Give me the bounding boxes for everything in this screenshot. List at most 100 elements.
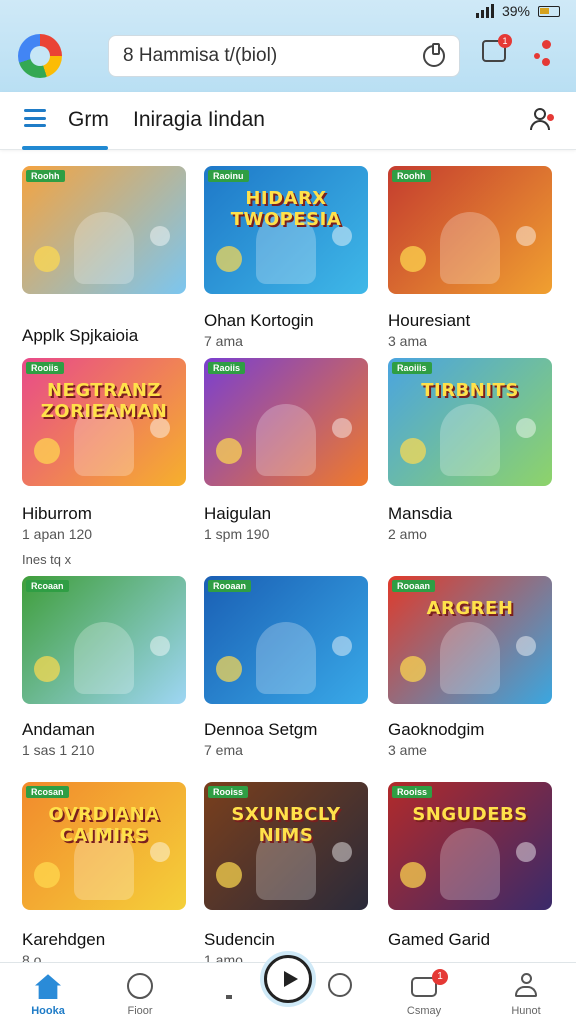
- art-sparkle: [332, 418, 352, 438]
- bottom-nav: Hooka Fioor 1 Csmay Hunot: [0, 955, 576, 1024]
- game-art-title: HIDARX TWOPESIA: [230, 188, 342, 230]
- game-thumbnail[interactable]: Rcosan OVRDIANA CAIMIRS: [22, 782, 186, 910]
- art-character: [256, 622, 316, 694]
- game-meta: 3 ame: [388, 742, 427, 758]
- game-thumbnail[interactable]: Rooiis NEGTRANZ ZORIEAMAN: [22, 358, 186, 486]
- game-tag: Rooaan: [208, 580, 252, 592]
- game-thumbnail[interactable]: Rooiss SXUNBCLY NIMS: [204, 782, 368, 910]
- game-thumbnail[interactable]: Rcoaan: [22, 576, 186, 704]
- search-icon: [127, 973, 153, 999]
- nav-home[interactable]: Hooka: [8, 963, 88, 1024]
- game-card[interactable]: Rooaan Dennoa Setgm 7 ema: [204, 576, 368, 766]
- art-sparkle: [400, 656, 426, 682]
- art-sparkle: [216, 862, 242, 888]
- nav-label: Csmay: [406, 1005, 442, 1017]
- art-sparkle: [34, 862, 60, 888]
- art-character: [74, 622, 134, 694]
- game-title[interactable]: Dennoa Setgm: [204, 720, 317, 740]
- game-tag: Rooaan: [392, 580, 436, 592]
- game-card[interactable]: Rooaan ARGREH Gaoknodgim 3 ame: [388, 576, 552, 766]
- game-card[interactable]: Rooiss SNGUDEBS Gamed Garid: [388, 782, 552, 972]
- art-sparkle: [150, 226, 170, 246]
- game-tag: Rcoaan: [26, 580, 69, 592]
- tab-bar: Grm Iniragia Iindan: [0, 92, 576, 150]
- game-card[interactable]: Roohh Houresiant 3 ama: [388, 166, 552, 356]
- battery-text: 39%: [501, 3, 530, 19]
- game-title[interactable]: Andaman: [22, 720, 95, 740]
- art-sparkle: [34, 246, 60, 272]
- game-thumbnail[interactable]: Rooiss SNGUDEBS: [388, 782, 552, 910]
- game-card[interactable]: Raoinu HIDARX TWOPESIA Ohan Kortogin 7 ama: [204, 166, 368, 356]
- nav-clock[interactable]: [300, 963, 380, 1024]
- game-meta: 1 spm 190: [204, 526, 270, 542]
- inbox-badge: 1: [432, 969, 448, 985]
- game-title[interactable]: Applk Spjkaioia: [22, 326, 138, 346]
- game-title[interactable]: Gaoknodgim: [388, 720, 484, 740]
- nav-search[interactable]: Fioor: [100, 963, 180, 1024]
- game-thumbnail[interactable]: Roohh: [22, 166, 186, 294]
- art-character: [440, 404, 500, 476]
- tab-indicator: [22, 146, 108, 150]
- art-character: [74, 212, 134, 284]
- more-options-icon[interactable]: [534, 40, 556, 66]
- game-thumbnail[interactable]: Rooaan: [204, 576, 368, 704]
- game-meta: 7 ema: [204, 742, 243, 758]
- game-art-title: NEGTRANZ ZORIEAMAN: [40, 380, 168, 422]
- game-card[interactable]: Rooiss SXUNBCLY NIMS Sudencin 1 amo: [204, 782, 368, 972]
- game-art-title: ARGREH: [426, 598, 514, 619]
- app-logo[interactable]: [18, 34, 62, 78]
- battery-icon: [538, 5, 560, 17]
- mic-icon[interactable]: [423, 43, 445, 67]
- game-card[interactable]: Roohh Applk Spjkaioia: [22, 166, 186, 356]
- game-title[interactable]: Hiburrom: [22, 504, 92, 524]
- art-sparkle: [150, 636, 170, 656]
- chat-icon[interactable]: 1: [482, 34, 512, 62]
- game-card[interactable]: Rooiis NEGTRANZ ZORIEAMAN Hiburrom 1 apan 1…: [22, 358, 186, 548]
- game-title[interactable]: Karehdgen: [22, 930, 105, 950]
- art-sparkle: [216, 246, 242, 272]
- extra-label: Ines tq x: [22, 552, 72, 567]
- game-tag: Rooiis: [26, 362, 64, 374]
- game-meta: 1 sas 1 210: [22, 742, 95, 758]
- game-tag: Rooiss: [208, 786, 249, 798]
- nav-inbox[interactable]: 1 Csmay: [384, 963, 464, 1024]
- art-character: [256, 404, 316, 476]
- game-card[interactable]: Raoiiis TIRBNITS Mansdia 2 amo: [388, 358, 552, 548]
- menu-icon[interactable]: [24, 109, 46, 127]
- nav-label: Hooka: [31, 1005, 65, 1017]
- nav-profile[interactable]: Hunot: [486, 963, 566, 1024]
- game-title[interactable]: Mansdia: [388, 504, 452, 524]
- nav-label: Hunot: [511, 1005, 541, 1017]
- chat-badge: 1: [498, 34, 512, 48]
- game-title[interactable]: Haigulan: [204, 504, 271, 524]
- tab-second[interactable]: Iniragia Iindan: [133, 108, 265, 132]
- profile-icon: [513, 973, 539, 999]
- game-tag: Raoinu: [208, 170, 249, 182]
- art-sparkle: [216, 656, 242, 682]
- game-title[interactable]: Sudencin: [204, 930, 275, 950]
- tab-games[interactable]: Grm: [68, 108, 109, 132]
- game-title[interactable]: Ohan Kortogin: [204, 311, 314, 331]
- game-title[interactable]: Houresiant: [388, 311, 470, 331]
- game-tag: Roohh: [392, 170, 431, 182]
- game-title[interactable]: Gamed Garid: [388, 930, 490, 950]
- game-art-title: TIRBNITS: [421, 380, 519, 401]
- game-thumbnail[interactable]: Raoinu HIDARX TWOPESIA: [204, 166, 368, 294]
- game-thumbnail[interactable]: Roohh: [388, 166, 552, 294]
- art-sparkle: [34, 656, 60, 682]
- search-text: 8 Hammisa t/(biol): [123, 45, 278, 66]
- game-meta: 1 apan 120: [22, 526, 93, 542]
- game-meta: 3 ama: [388, 333, 427, 349]
- account-icon[interactable]: [528, 106, 554, 132]
- game-card[interactable]: Rcoaan Andaman 1 sas 1 210: [22, 576, 186, 766]
- top-header: 39% 8 Hammisa t/(biol) 1: [0, 0, 576, 92]
- game-card[interactable]: Raoiis Haigulan 1 spm 190: [204, 358, 368, 548]
- game-thumbnail[interactable]: Rooaan ARGREH: [388, 576, 552, 704]
- game-thumbnail[interactable]: Raoiiis TIRBNITS: [388, 358, 552, 486]
- search-input[interactable]: 8 Hammisa t/(biol): [108, 35, 460, 77]
- game-tag: Raoiiis: [392, 362, 432, 374]
- art-sparkle: [400, 438, 426, 464]
- game-thumbnail[interactable]: Raoiis: [204, 358, 368, 486]
- art-sparkle: [216, 438, 242, 464]
- game-card[interactable]: Rcosan OVRDIANA CAIMIRS Karehdgen 8 o: [22, 782, 186, 972]
